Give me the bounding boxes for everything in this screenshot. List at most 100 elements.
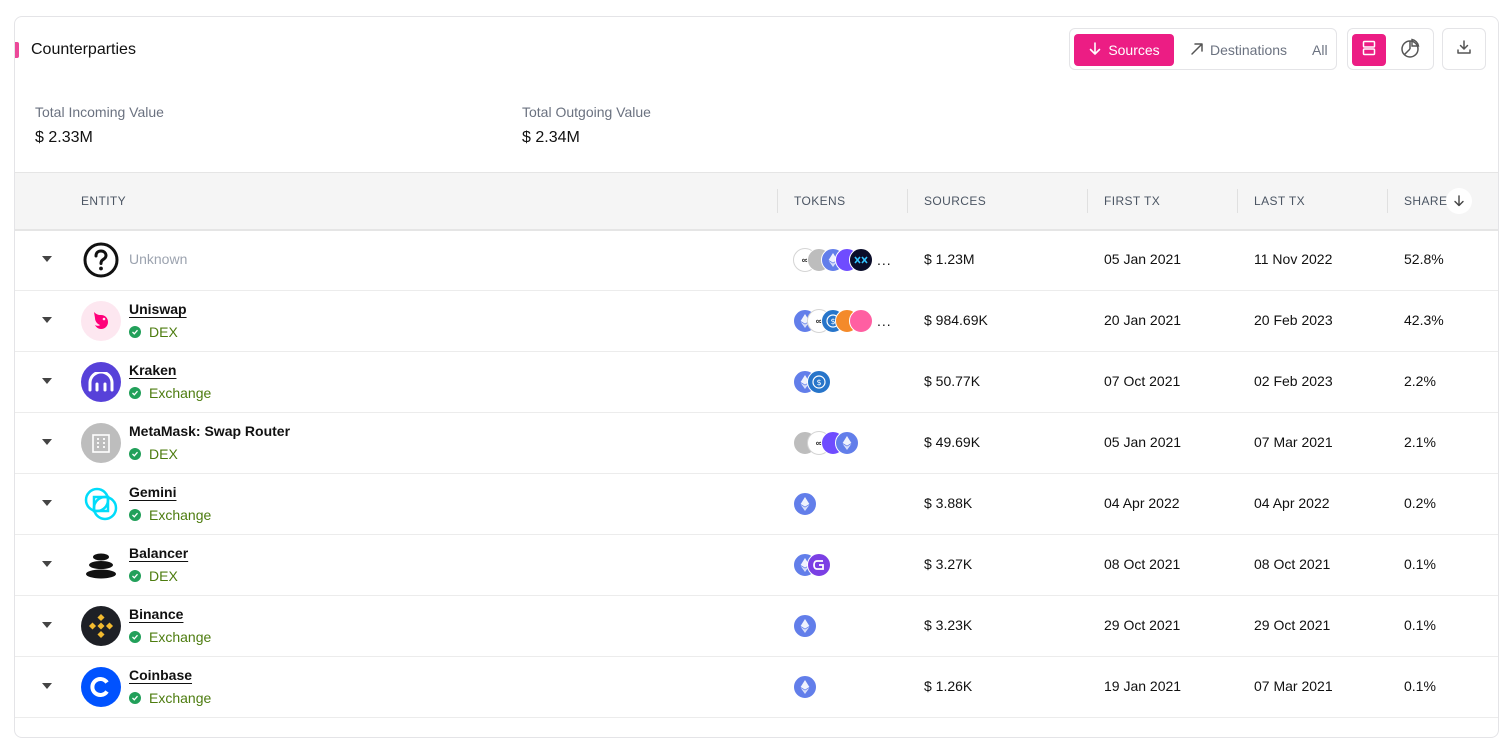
column-divider: [777, 189, 778, 213]
column-header-sources[interactable]: SOURCES: [924, 194, 986, 208]
expand-row-icon[interactable]: [42, 317, 52, 323]
download-icon: [1456, 39, 1472, 60]
entity-type: Exchange: [129, 690, 211, 706]
entity-type-label: Exchange: [149, 690, 212, 706]
table-header: ENTITY TOKENS SOURCES FIRST TX LAST TX S…: [15, 172, 1498, 231]
expand-row-icon[interactable]: [42, 378, 52, 384]
sources-value: $ 49.69K: [924, 434, 981, 450]
destinations-toggle-label: Destinations: [1210, 42, 1288, 58]
svg-text:$: $: [816, 378, 821, 387]
sources-value: $ 1.26K: [924, 678, 973, 694]
first-tx-date: 07 Oct 2021: [1104, 373, 1181, 389]
sources-value: $ 984.69K: [924, 312, 988, 328]
usdc-token-icon: $: [807, 370, 831, 394]
sort-descending-icon[interactable]: [1446, 188, 1472, 214]
verified-check-icon: [129, 387, 141, 399]
pie-chart-icon: [1400, 38, 1420, 63]
unknown-entity-icon: [81, 240, 121, 280]
sources-value: $ 3.23K: [924, 617, 973, 633]
ethereum-token-icon: [793, 614, 817, 638]
sources-value: $ 50.77K: [924, 373, 981, 389]
sources-value: $ 1.23M: [924, 251, 975, 267]
pink-token-icon: [849, 309, 873, 333]
entity-type-label: DEX: [149, 568, 178, 584]
entity-type: Exchange: [129, 507, 211, 523]
share-value: 52.8%: [1404, 251, 1444, 267]
last-tx-date: 11 Nov 2022: [1254, 251, 1333, 267]
total-outgoing-label: Total Outgoing Value: [522, 104, 651, 120]
table-row[interactable]: Unknown ∞ ... $ 1.23M 05 Jan 2021 11 Nov…: [15, 230, 1498, 291]
table-row[interactable]: Binance Exchange $ 3.23K 29 Oct 2021 29 …: [15, 596, 1498, 657]
all-toggle-button[interactable]: All: [1312, 34, 1332, 66]
verified-check-icon: [129, 509, 141, 521]
expand-row-icon[interactable]: [42, 439, 52, 445]
table-row[interactable]: Kraken Exchange $ $ 50.77K 07 Oct 2021 0…: [15, 352, 1498, 413]
sources-value: $ 3.27K: [924, 556, 973, 572]
entity-type-label: Exchange: [149, 385, 212, 401]
entity-name-link[interactable]: Gemini: [129, 484, 176, 500]
token-list: [793, 492, 817, 516]
column-header-last-tx[interactable]: LAST TX: [1254, 194, 1305, 208]
token-list: $: [793, 370, 831, 394]
first-tx-date: 29 Oct 2021: [1104, 617, 1181, 633]
gemini-logo-icon: [81, 484, 121, 524]
table-view-icon: [1362, 40, 1376, 61]
verified-check-icon: [129, 631, 141, 643]
entity-name-link[interactable]: Coinbase: [129, 667, 192, 683]
expand-row-icon[interactable]: [42, 561, 52, 567]
entity-type: Exchange: [129, 629, 211, 645]
token-list: ∞ $ ...: [793, 309, 892, 333]
share-value: 0.1%: [1404, 678, 1436, 694]
entity-type-label: Exchange: [149, 507, 212, 523]
building-icon: [81, 423, 121, 463]
first-tx-date: 19 Jan 2021: [1104, 678, 1182, 694]
destinations-toggle-button[interactable]: Destinations: [1190, 34, 1300, 66]
more-tokens-ellipsis[interactable]: ...: [877, 252, 892, 268]
first-tx-date: 08 Oct 2021: [1104, 556, 1181, 572]
expand-row-icon[interactable]: [42, 256, 52, 262]
last-tx-date: 07 Mar 2021: [1254, 678, 1333, 694]
column-header-entity[interactable]: ENTITY: [81, 194, 126, 208]
expand-row-icon[interactable]: [42, 622, 52, 628]
entity-name-link[interactable]: Balancer: [129, 545, 188, 561]
view-mode-toggle: [1347, 28, 1434, 70]
table-row[interactable]: Gemini Exchange $ 3.88K 04 Apr 2022 04 A…: [15, 474, 1498, 535]
token-list: [793, 553, 831, 577]
entity-type: DEX: [129, 446, 178, 462]
table-row[interactable]: Balancer DEX $ 3.27K 08 Oct 2021 08 Oct …: [15, 535, 1498, 596]
verified-check-icon: [129, 570, 141, 582]
entity-name-link[interactable]: Kraken: [129, 362, 176, 378]
total-incoming-label: Total Incoming Value: [35, 104, 164, 120]
table-row[interactable]: Uniswap DEX ∞ $ ... $ 984.69K 20 Jan 202…: [15, 291, 1498, 352]
table-view-button[interactable]: [1352, 34, 1386, 66]
direction-toggle: Sources Destinations All: [1069, 28, 1337, 70]
entity-name-link[interactable]: Uniswap: [129, 301, 187, 317]
more-tokens-ellipsis[interactable]: ...: [877, 313, 892, 329]
column-header-tokens[interactable]: TOKENS: [794, 194, 846, 208]
sources-toggle-button[interactable]: Sources: [1074, 34, 1174, 66]
share-value: 0.2%: [1404, 495, 1436, 511]
entity-name: Unknown: [129, 251, 188, 267]
sources-value: $ 3.88K: [924, 495, 973, 511]
verified-check-icon: [129, 692, 141, 704]
entity-name-link[interactable]: Binance: [129, 606, 183, 622]
entity-name[interactable]: MetaMask: Swap Router: [129, 423, 290, 439]
last-tx-date: 07 Mar 2021: [1254, 434, 1333, 450]
ethereum-token-icon: [793, 492, 817, 516]
pie-view-button[interactable]: [1393, 34, 1427, 66]
token-list: ∞ ...: [793, 248, 892, 272]
title-accent-bar: [15, 42, 19, 58]
column-header-first-tx[interactable]: FIRST TX: [1104, 194, 1160, 208]
download-button[interactable]: [1442, 28, 1486, 70]
expand-row-icon[interactable]: [42, 683, 52, 689]
expand-row-icon[interactable]: [42, 500, 52, 506]
first-tx-date: 05 Jan 2021: [1104, 251, 1182, 267]
entity-type: DEX: [129, 324, 178, 340]
table-row[interactable]: Coinbase Exchange $ 1.26K 19 Jan 2021 07…: [15, 657, 1498, 718]
arrow-down-icon: [1088, 41, 1102, 59]
token-list: [793, 675, 817, 699]
table-row[interactable]: MetaMask: Swap Router DEX ∞ $ 49.69K 05 …: [15, 413, 1498, 474]
kraken-logo-icon: [81, 362, 121, 402]
ethereum-token-icon: [835, 431, 859, 455]
column-header-share[interactable]: SHARE: [1404, 194, 1447, 208]
